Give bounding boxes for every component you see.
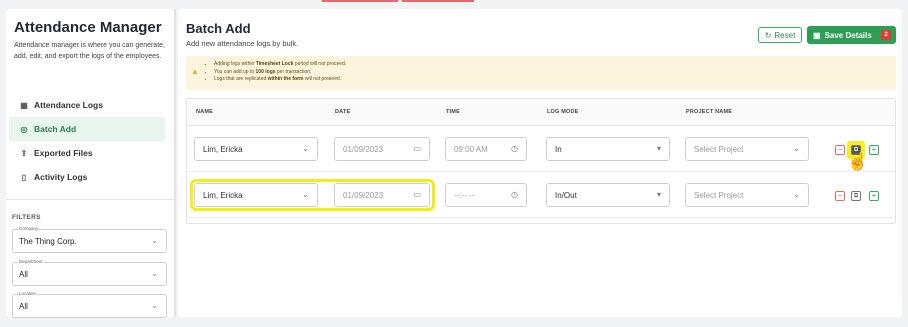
location-select-label: Location: [18, 291, 38, 296]
highlight-marker: [190, 179, 435, 211]
save-count-badge: 2: [881, 30, 891, 40]
page-subtitle: Add new attendance logs by bulk.: [186, 39, 299, 48]
company-select-value: The Thing Corp.: [19, 237, 77, 246]
top-indicator: [322, 0, 398, 2]
reset-icon: ↻: [764, 30, 772, 40]
save-details-button[interactable]: ▣ Save Details 2: [807, 26, 896, 44]
reset-button[interactable]: ↻ Reset: [758, 27, 802, 43]
chevron-down-icon: ⌄: [793, 190, 800, 199]
chevron-down-icon: ⌄: [793, 144, 800, 153]
time-input[interactable]: --:-- -- ◷: [445, 183, 527, 207]
batch-table: NAME DATE TIME LOG MODE PROJECT NAME Lim…: [186, 98, 896, 224]
warning-icon: ▲: [191, 67, 199, 76]
add-row-button[interactable]: +: [869, 191, 879, 201]
hand-cursor-icon: ☝: [847, 152, 869, 171]
duplicate-row-button[interactable]: ⧉: [851, 191, 861, 201]
chevron-down-icon: ⌄: [302, 144, 309, 153]
column-header-log-mode: LOG MODE: [547, 109, 579, 115]
export-icon: ⇪: [20, 148, 28, 158]
sidebar-item-exported-files[interactable]: ⇪ Exported Files: [9, 141, 165, 165]
department-select[interactable]: Department All ⌄: [12, 259, 167, 286]
project-select[interactable]: Select Project ⌄: [685, 183, 809, 207]
app-title: Attendance Manager: [14, 19, 162, 36]
sidebar-item-label: Attendance Logs: [34, 100, 103, 110]
notice-list: Adding logs within Timesheet Lock period…: [206, 61, 346, 84]
time-input[interactable]: 09:00 AM ◷: [445, 137, 527, 161]
notice-box: ▲ Adding logs within Timesheet Lock peri…: [186, 56, 896, 90]
sidebar-item-attendance-logs[interactable]: ▦ Attendance Logs: [9, 93, 165, 117]
name-value: Lim, Ericka: [203, 145, 243, 154]
add-row-button[interactable]: +: [869, 145, 879, 155]
filters-title: FILTERS: [12, 214, 41, 221]
notice-item: Logs that are replicated within the form…: [214, 76, 346, 84]
divider: [6, 199, 174, 200]
page-title: Batch Add: [186, 21, 251, 36]
clock-icon: ◷: [511, 190, 518, 199]
sidebar-item-batch-add[interactable]: ◎ Batch Add: [9, 117, 165, 141]
sidebar-scrollbar[interactable]: [174, 9, 176, 317]
chevron-down-icon: ⌄: [151, 301, 158, 310]
sidebar-item-label: Batch Add: [34, 124, 77, 134]
notice-item: You can add up to 100 logs per transacti…: [214, 69, 346, 77]
department-select-value: All: [19, 270, 28, 279]
document-icon: ▯: [21, 172, 27, 182]
project-value: Select Project: [694, 191, 744, 200]
table-row: Lim, Ericka ⌄ 01/09/2023 ▭ 09:00 AM ◷ In…: [187, 126, 895, 172]
calendar-icon: ▭: [413, 144, 421, 153]
company-select-label: Company: [18, 226, 40, 231]
name-select[interactable]: Lim, Ericka ⌄: [194, 137, 318, 161]
reset-label: Reset: [774, 30, 796, 40]
log-mode-select[interactable]: In ▾: [546, 137, 670, 161]
save-label: Save Details: [824, 30, 872, 40]
company-select[interactable]: Company The Thing Corp. ⌄: [12, 226, 167, 253]
chevron-down-icon: ⌄: [151, 269, 158, 278]
location-select[interactable]: Location All ⌄: [12, 291, 167, 318]
location-select-value: All: [19, 302, 28, 311]
date-input[interactable]: 01/09/2023 ▭: [334, 137, 430, 161]
project-select[interactable]: Select Project ⌄: [685, 137, 809, 161]
chevron-down-icon: ⌄: [151, 236, 158, 245]
project-value: Select Project: [694, 145, 744, 154]
calendar-list-icon: ▦: [20, 100, 28, 110]
time-value: --:-- --: [454, 191, 475, 200]
table-header: NAME DATE TIME LOG MODE PROJECT NAME: [187, 99, 895, 126]
remove-row-button[interactable]: −: [835, 191, 845, 201]
sidebar-item-label: Exported Files: [34, 148, 93, 158]
top-indicator: [402, 0, 474, 2]
column-header-name: NAME: [196, 109, 213, 115]
caret-down-icon: ▾: [656, 190, 661, 199]
clock-icon: ◷: [511, 144, 518, 153]
date-value: 01/09/2023: [343, 145, 384, 154]
sidebar-nav: ▦ Attendance Logs ◎ Batch Add ⇪ Exported…: [9, 93, 165, 189]
column-header-project-name: PROJECT NAME: [686, 109, 733, 115]
sidebar: Attendance Manager Attendance manager is…: [6, 9, 174, 318]
sidebar-item-label: Activity Logs: [34, 172, 88, 182]
department-select-label: Department: [18, 259, 44, 264]
log-mode-value: In/Out: [555, 191, 577, 200]
column-header-date: DATE: [335, 109, 351, 115]
table-row: Lim, Ericka ⌄ 01/09/2023 ▭ --:-- -- ◷ In…: [187, 172, 895, 218]
caret-down-icon: ▾: [656, 144, 661, 153]
main-panel: Batch Add Add new attendance logs by bul…: [178, 9, 902, 317]
log-mode-value: In: [555, 145, 562, 154]
notice-item: Adding logs within Timesheet Lock period…: [214, 61, 346, 69]
sidebar-item-activity-logs[interactable]: ▯ Activity Logs: [9, 165, 165, 189]
app-description: Attendance manager is where you can gene…: [14, 42, 165, 60]
save-icon: ▣: [813, 30, 821, 40]
time-value: 09:00 AM: [454, 145, 488, 154]
layers-icon: ◎: [20, 124, 28, 134]
log-mode-select[interactable]: In/Out ▾: [546, 183, 670, 207]
column-header-time: TIME: [446, 109, 460, 115]
remove-row-button[interactable]: −: [835, 145, 845, 155]
top-indicators: [0, 0, 908, 8]
